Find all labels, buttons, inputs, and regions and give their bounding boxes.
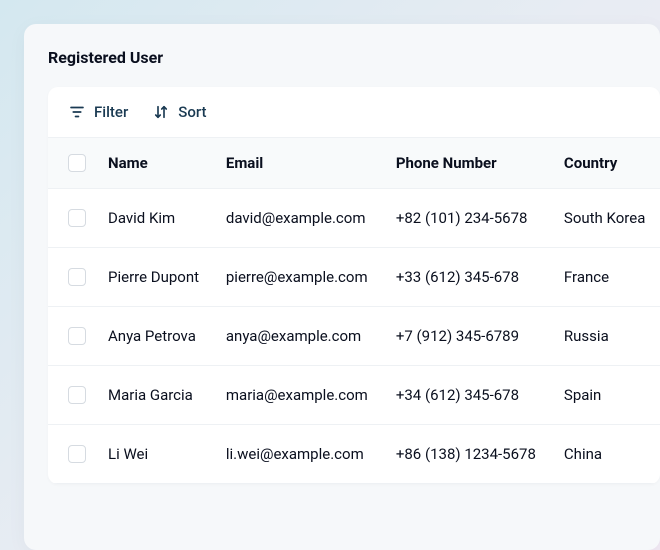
row-checkbox[interactable] xyxy=(68,445,86,463)
users-card: Filter Sort Name Emai xyxy=(48,87,660,484)
cell-country: France xyxy=(552,248,660,307)
main-panel: Registered User Filter xyxy=(24,24,660,550)
row-checkbox[interactable] xyxy=(68,209,86,227)
table-row: Li Wei li.wei@example.com +86 (138) 1234… xyxy=(48,425,660,484)
cell-phone: +86 (138) 1234-5678 xyxy=(384,425,552,484)
cell-email: li.wei@example.com xyxy=(214,425,384,484)
table-row: Pierre Dupont pierre@example.com +33 (61… xyxy=(48,248,660,307)
table-row: David Kim david@example.com +82 (101) 23… xyxy=(48,189,660,248)
cell-email: maria@example.com xyxy=(214,366,384,425)
col-name: Name xyxy=(96,138,214,189)
cell-name: Pierre Dupont xyxy=(96,248,214,307)
cell-country: China xyxy=(552,425,660,484)
cell-country: Spain xyxy=(552,366,660,425)
filter-button[interactable]: Filter xyxy=(68,103,128,121)
cell-phone: +82 (101) 234-5678 xyxy=(384,189,552,248)
row-checkbox[interactable] xyxy=(68,327,86,345)
users-table: Name Email Phone Number Country David Ki… xyxy=(48,137,660,484)
toolbar: Filter Sort xyxy=(48,87,660,137)
sort-label: Sort xyxy=(178,103,206,121)
cell-name: Maria Garcia xyxy=(96,366,214,425)
cell-name: David Kim xyxy=(96,189,214,248)
col-phone: Phone Number xyxy=(384,138,552,189)
col-email: Email xyxy=(214,138,384,189)
cell-country: Russia xyxy=(552,307,660,366)
page-title: Registered User xyxy=(48,48,660,67)
filter-icon xyxy=(68,103,86,121)
cell-phone: +33 (612) 345-678 xyxy=(384,248,552,307)
cell-phone: +7 (912) 345-6789 xyxy=(384,307,552,366)
cell-email: david@example.com xyxy=(214,189,384,248)
filter-label: Filter xyxy=(94,103,128,121)
row-checkbox[interactable] xyxy=(68,268,86,286)
sort-button[interactable]: Sort xyxy=(152,103,206,121)
select-all-checkbox[interactable] xyxy=(68,154,86,172)
cell-email: anya@example.com xyxy=(214,307,384,366)
cell-name: Anya Petrova xyxy=(96,307,214,366)
cell-email: pierre@example.com xyxy=(214,248,384,307)
cell-phone: +34 (612) 345-678 xyxy=(384,366,552,425)
cell-country: South Korea xyxy=(552,189,660,248)
table-row: Maria Garcia maria@example.com +34 (612)… xyxy=(48,366,660,425)
cell-name: Li Wei xyxy=(96,425,214,484)
sort-icon xyxy=(152,103,170,121)
row-checkbox[interactable] xyxy=(68,386,86,404)
col-country: Country xyxy=(552,138,660,189)
table-row: Anya Petrova anya@example.com +7 (912) 3… xyxy=(48,307,660,366)
